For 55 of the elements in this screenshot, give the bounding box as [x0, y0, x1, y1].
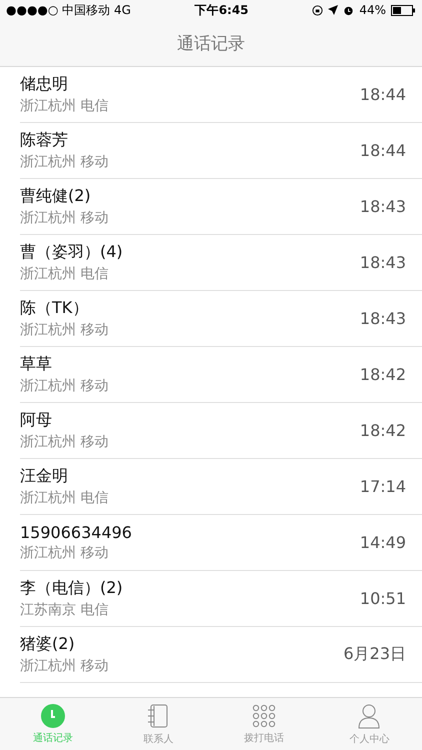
phone-location: 浙江杭州 移动 — [20, 377, 108, 395]
phone-location: 浙江杭州 移动 — [20, 433, 108, 451]
phone-location: 江苏南京 电信 — [20, 601, 110, 619]
call-row[interactable]: 15906634496 浙江杭州 移动 14:49 — [20, 515, 422, 571]
call-row[interactable]: 陈（TK） 浙江杭州 移动 18:43 — [20, 291, 422, 347]
battery-icon — [390, 4, 416, 16]
rotation-lock-icon — [312, 4, 324, 16]
contact-name: 草草 — [20, 354, 53, 375]
location-arrow-icon — [328, 5, 338, 15]
call-time: 17:14 — [360, 477, 406, 496]
phone-location: 浙江杭州 移动 — [20, 209, 108, 227]
phone-location: 浙江杭州 电信 — [20, 97, 108, 115]
contact-name: 阿母 — [20, 410, 53, 431]
call-time: 18:42 — [360, 421, 406, 440]
contact-name: 曹纯健(2) — [20, 186, 92, 207]
contact-name: 汪金明 — [20, 466, 69, 487]
phone-location: 浙江杭州 移动 — [20, 321, 108, 339]
call-time: 18:42 — [360, 365, 406, 384]
call-row[interactable]: 陈蓉芳 浙江杭州 移动 18:44 — [20, 123, 422, 179]
call-row[interactable]: 储忠明 浙江杭州 电信 18:44 — [20, 67, 422, 123]
call-time: 10:51 — [360, 589, 406, 608]
carrier-signal: ●●●●○ 中国移动 4G — [6, 2, 131, 18]
contact-name: 储忠明 — [20, 74, 69, 95]
phone-location: 浙江杭州 移动 — [20, 657, 108, 675]
call-row[interactable]: 曹纯健(2) 浙江杭州 移动 18:43 — [20, 179, 422, 235]
call-time: 18:43 — [360, 309, 406, 328]
contact-name: 李（电信）(2) — [20, 578, 123, 599]
dialpad-icon — [252, 704, 276, 728]
call-row[interactable]: 汪金明 浙江杭州 电信 17:14 — [20, 459, 422, 515]
phone-location: 浙江杭州 移动 — [20, 544, 110, 562]
contact-name: 猪婆(2) — [20, 634, 76, 655]
contact-name: 陈（TK） — [20, 298, 90, 319]
call-time: 18:44 — [360, 85, 406, 104]
battery-percentage: 44% — [359, 3, 386, 17]
contact-name: 曹（姿羽）(4) — [20, 242, 123, 263]
call-time: 14:49 — [360, 533, 406, 552]
contact-name: 陈蓉芳 — [20, 130, 69, 151]
call-time: 18:43 — [360, 253, 406, 272]
call-row[interactable]: 阿母 浙江杭州 移动 18:42 — [20, 403, 422, 459]
call-time: 6月23日 — [343, 644, 406, 665]
clock-time: 下午6:45 — [194, 2, 249, 18]
call-time: 18:43 — [360, 197, 406, 216]
phone-location: 浙江杭州 电信 — [20, 265, 110, 283]
call-row[interactable]: 猪婆(2) 浙江杭州 移动 6月23日 — [20, 627, 422, 683]
person-icon — [358, 702, 380, 728]
contact-name: 15906634496 — [20, 523, 132, 542]
phone-location: 浙江杭州 移动 — [20, 153, 108, 171]
clock-icon — [40, 704, 65, 728]
page-title: 通话记录 — [177, 32, 245, 54]
call-row[interactable]: 曹（姿羽）(4) 浙江杭州 电信 18:43 — [20, 235, 422, 291]
call-row[interactable]: 草草 浙江杭州 移动 18:42 — [20, 347, 422, 403]
call-time: 18:44 — [360, 141, 406, 160]
phone-location: 浙江杭州 电信 — [20, 489, 108, 507]
call-row[interactable]: 李（电信）(2) 江苏南京 电信 10:51 — [20, 571, 422, 627]
alarm-icon — [343, 4, 354, 16]
